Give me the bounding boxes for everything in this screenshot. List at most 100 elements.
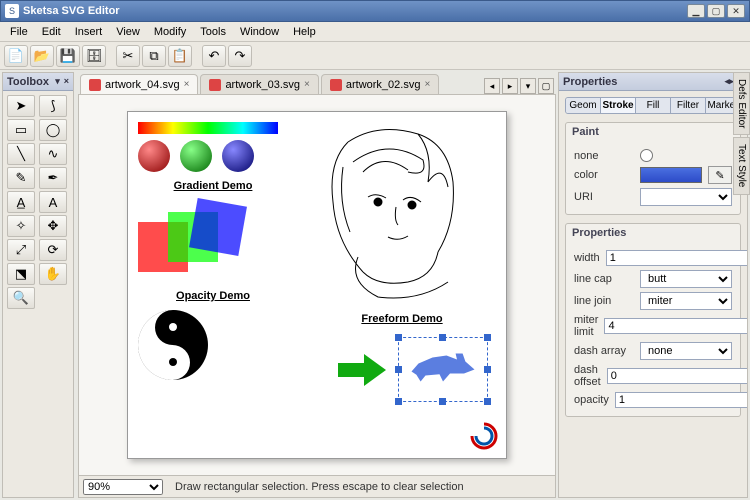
line-tool[interactable]: ╲ [7,143,35,165]
save-all-button[interactable]: 🗄 [82,45,106,67]
arrow-shape [338,355,388,385]
stroke-color-swatch[interactable] [640,167,702,183]
titlebar: S Sketsa SVG Editor ▁ ▢ ✕ [0,0,750,22]
tab-filter[interactable]: Filter [671,98,706,113]
redo-button[interactable]: ↷ [228,45,252,67]
rect-tool[interactable]: ▭ [7,119,35,141]
shear-tool[interactable]: ⬔ [7,263,35,285]
open-file-button[interactable]: 📂 [30,45,54,67]
paint-section-title: Paint [566,123,740,141]
sidetab-defs-editor[interactable]: Defs Editor [733,72,750,135]
hand-tool[interactable]: ✋ [39,263,67,285]
zoom-tool[interactable]: 🔍 [7,287,35,309]
menu-modify[interactable]: Modify [148,24,192,40]
pencil-tool[interactable]: ✎ [7,167,35,189]
app-icon: S [5,4,19,18]
canvas-wrap: Gradient Demo Opacity Demo [78,94,556,498]
tab-artwork-02[interactable]: artwork_02.svg × [321,74,439,94]
linecap-select[interactable]: butt [640,270,732,288]
selection-handle[interactable] [395,366,402,373]
scale-tool[interactable]: ⤢ [7,239,35,261]
paint-none-radio[interactable] [640,149,653,162]
selection-handle[interactable] [439,334,446,341]
dash-array-select[interactable]: none [640,342,732,360]
menu-edit[interactable]: Edit [36,24,67,40]
main-toolbar: 📄 📂 💾 🗄 ✂ ⧉ 📋 ↶ ↷ [0,42,750,70]
tab-maximize-button[interactable]: ▢ [538,78,554,94]
text-tool[interactable]: A̲ [7,191,35,213]
save-button[interactable]: 💾 [56,45,80,67]
properties-title: Properties [563,76,617,88]
selection-handle[interactable] [484,398,491,405]
dash-offset-input[interactable] [607,368,747,384]
selection-box[interactable] [398,337,488,402]
opacity-label: opacity [574,394,609,406]
select-tool[interactable]: ➤ [7,95,35,117]
menu-help[interactable]: Help [287,24,322,40]
tab-scroll-right[interactable]: ▸ [502,78,518,94]
window-title: Sketsa SVG Editor [23,5,120,17]
file-icon [330,79,342,91]
selection-handle[interactable] [395,334,402,341]
gradient-strip [138,122,278,134]
stroke-width-input[interactable] [606,250,747,266]
tab-fill[interactable]: Fill [636,98,671,113]
tab-label: artwork_04.svg [105,79,180,91]
selection-handle[interactable] [484,366,491,373]
tab-scroll-left[interactable]: ◂ [484,78,500,94]
copy-button[interactable]: ⧉ [142,45,166,67]
selection-handle[interactable] [439,398,446,405]
sidetab-text-style[interactable]: Text Style [733,137,750,194]
cut-button[interactable]: ✂ [116,45,140,67]
red-sphere [138,140,170,172]
zoom-select[interactable]: 90% [83,479,163,495]
ellipse-tool[interactable]: ◯ [39,119,67,141]
stroke-opacity-input[interactable] [615,392,747,408]
tab-close-icon[interactable]: × [424,79,430,90]
lasso-tool[interactable]: ⟆ [39,95,67,117]
dolphin-shape[interactable] [408,350,478,390]
yinyang-shape [138,310,208,380]
tab-stroke[interactable]: Stroke [601,98,636,113]
toolbox-title: Toolbox [7,76,49,88]
pen-tool[interactable]: ✒ [39,167,67,189]
paste-button[interactable]: 📋 [168,45,192,67]
selection-handle[interactable] [395,398,402,405]
opacity-squares [138,202,248,282]
gradient-demo-label: Gradient Demo [138,180,288,192]
maximize-button[interactable]: ▢ [707,4,725,18]
rotate-tool[interactable]: ⟳ [39,239,67,261]
tab-artwork-03[interactable]: artwork_03.svg × [200,74,318,94]
undo-button[interactable]: ↶ [202,45,226,67]
tab-list-button[interactable]: ▾ [520,78,536,94]
tab-close-icon[interactable]: × [304,79,310,90]
close-button[interactable]: ✕ [727,4,745,18]
toolbox-panel: Toolbox ▾× ➤ ⟆ ▭ ◯ ╲ ∿ ✎ ✒ A̲ A ✧ ✥ ⤢ ⟳ … [2,72,74,498]
menu-tools[interactable]: Tools [194,24,232,40]
tab-artwork-04[interactable]: artwork_04.svg × [80,74,198,94]
minimize-button[interactable]: ▁ [687,4,705,18]
selection-handle[interactable] [484,334,491,341]
polyline-tool[interactable]: ∿ [39,143,67,165]
menu-file[interactable]: File [4,24,34,40]
linejoin-select[interactable]: miter [640,292,732,310]
tab-close-icon[interactable]: × [184,79,190,90]
tab-geom[interactable]: Geom [566,98,601,113]
menu-view[interactable]: View [110,24,146,40]
paint-uri-select[interactable] [640,188,732,206]
tab-label: artwork_03.svg [225,79,300,91]
eyedropper-button[interactable]: ✎ [708,166,732,184]
miter-limit-input[interactable] [604,318,747,334]
star-tool[interactable]: ✧ [7,215,35,237]
text-path-tool[interactable]: A [39,191,67,213]
move-tool[interactable]: ✥ [39,215,67,237]
artboard[interactable]: Gradient Demo Opacity Demo [127,111,507,459]
toolbox-minimize-icon[interactable]: ▾ [55,77,60,86]
toolbox-close-icon[interactable]: × [64,77,69,86]
menu-insert[interactable]: Insert [69,24,109,40]
menu-window[interactable]: Window [234,24,285,40]
canvas[interactable]: Gradient Demo Opacity Demo [79,95,555,475]
tab-label: artwork_02.svg [346,79,421,91]
new-file-button[interactable]: 📄 [4,45,28,67]
opacity-demo-label: Opacity Demo [138,290,288,302]
